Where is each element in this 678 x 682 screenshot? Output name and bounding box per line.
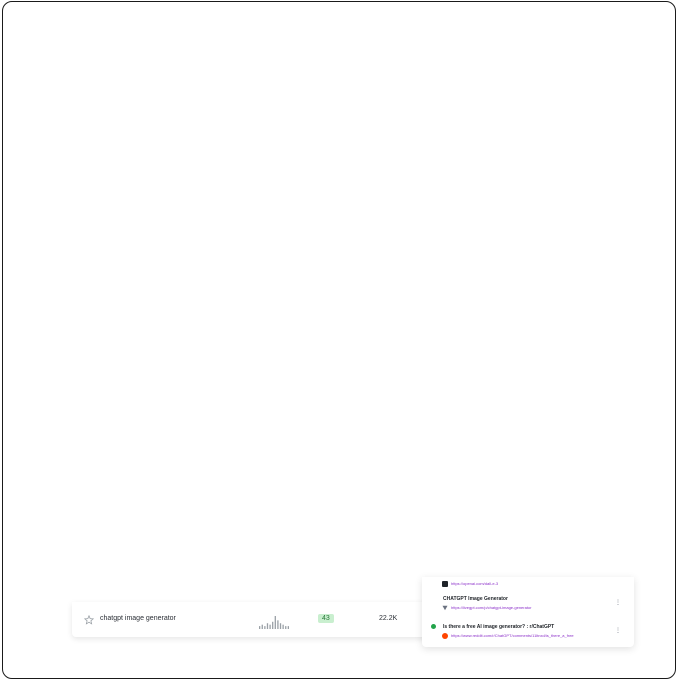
trend-bar — [277, 620, 279, 629]
volume-cell: 22.2K — [379, 615, 398, 622]
star-icon[interactable] — [84, 615, 94, 625]
trend-bar — [282, 624, 284, 629]
trend-bar — [279, 623, 282, 629]
more-options-icon[interactable]: ⋮ — [615, 628, 621, 634]
keyword-cell[interactable]: chatgpt image generator — [100, 615, 176, 622]
trend-bar — [285, 626, 287, 629]
openai-icon — [442, 581, 448, 587]
trend-bar — [269, 624, 271, 629]
serp-result-url[interactable]: https://livegpt.com/p/chatgpt-image-gene… — [451, 605, 532, 610]
trend-bar — [272, 621, 274, 629]
trend-bar — [261, 624, 263, 629]
trend-bar — [287, 626, 289, 629]
serp-result-title[interactable]: Is there a free AI image generator? : r/… — [443, 624, 554, 630]
more-options-icon[interactable]: ⋮ — [615, 600, 621, 606]
serp-result[interactable]: https://openai.com/dall-e-3 — [422, 579, 634, 589]
serp-result-title[interactable]: CHATGPT Image Generator — [443, 596, 508, 602]
trend-bar — [264, 626, 266, 629]
screenshot-frame: chatgpt image generator 43 22.2K https:/… — [2, 1, 676, 679]
trend-bar — [266, 623, 269, 629]
trend-sparkline — [259, 616, 289, 629]
serp-result[interactable]: CHATGPT Image Generator https://livegpt.… — [422, 595, 634, 613]
vercel-triangle-icon — [442, 605, 448, 611]
serp-result-url[interactable]: https://www.reddit.com/r/ChatGPT/comment… — [451, 633, 574, 638]
keyword-table: chatgpt image generator 43 22.2K — [72, 602, 444, 637]
reddit-icon — [442, 633, 448, 639]
kd-badge: 43 — [318, 614, 334, 623]
serp-result-url[interactable]: https://openai.com/dall-e-3 — [451, 581, 498, 586]
trend-bar — [259, 626, 261, 629]
serp-results-panel: https://openai.com/dall-e-3 CHATGPT Imag… — [422, 577, 634, 647]
rank-indicator-dot — [431, 624, 436, 629]
trend-bar — [274, 616, 276, 629]
serp-result[interactable]: Is there a free AI image generator? : r/… — [422, 623, 634, 641]
table-row[interactable]: chatgpt image generator 43 22.2K — [72, 612, 444, 630]
